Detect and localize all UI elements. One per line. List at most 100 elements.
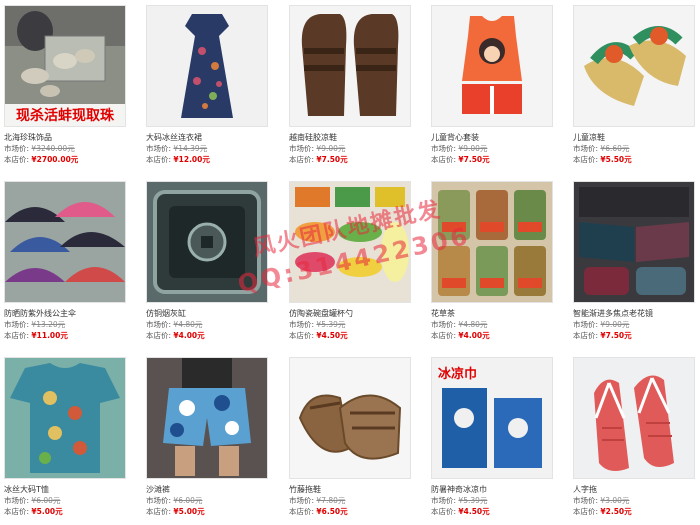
our-price-label: 本店价: <box>431 331 457 340</box>
product-card[interactable]: 大码冰丝连衣裙 市场价: ¥14.39元 本店价: ¥12.00元 <box>146 5 270 165</box>
flip-flops-photo[interactable] <box>573 357 695 479</box>
market-price-label: 市场价: <box>4 320 30 329</box>
our-price: ¥6.50元 <box>316 507 348 516</box>
product-card[interactable]: 仿陶瓷碗盘罐杯勺 市场价: ¥5.39元 本店价: ¥4.50元 <box>289 181 413 341</box>
product-card[interactable]: 防晒防紫外线公主伞 市场价: ¥13.20元 本店价: ¥11.00元 <box>4 181 128 341</box>
glasses-cases-photo[interactable] <box>573 181 695 303</box>
product-name[interactable]: 防晒防紫外线公主伞 <box>4 308 128 319</box>
market-price-label: 市场价: <box>4 144 30 153</box>
cooling-towel-photo[interactable]: 冰凉巾 <box>431 357 553 479</box>
bronze-ashtray-photo[interactable] <box>146 181 268 303</box>
product-name[interactable]: 仿陶瓷碗盘罐杯勺 <box>289 308 413 319</box>
our-price-label: 本店价: <box>289 331 315 340</box>
market-price: ¥5.39元 <box>316 320 346 329</box>
product-name[interactable]: 北海珍珠饰品 <box>4 132 128 143</box>
market-price: ¥3.00元 <box>600 496 630 505</box>
market-price: ¥6.00元 <box>31 496 61 505</box>
product-card[interactable]: 儿童凉鞋 市场价: ¥6.60元 本店价: ¥5.50元 <box>573 5 697 165</box>
market-price: ¥9.00元 <box>316 144 346 153</box>
our-price: ¥4.50元 <box>316 331 348 340</box>
market-price: ¥9.00元 <box>600 320 630 329</box>
product-grid: 现杀活蚌现取珠 北海珍珠饰品 市场价: ¥3240.00元 本店价: ¥2700… <box>0 0 700 525</box>
market-price: ¥13.20元 <box>31 320 66 329</box>
our-price-label: 本店价: <box>573 507 599 516</box>
our-price: ¥5.50元 <box>600 155 632 164</box>
market-price: ¥3240.00元 <box>31 144 75 153</box>
pearl-market-photo[interactable]: 现杀活蚌现取珠 <box>4 5 126 127</box>
our-price: ¥2700.00元 <box>31 155 79 164</box>
our-price-label: 本店价: <box>146 507 172 516</box>
our-price: ¥12.00元 <box>173 155 210 164</box>
our-price-label: 本店价: <box>146 331 172 340</box>
product-name[interactable]: 仿铜烟灰缸 <box>146 308 270 319</box>
our-price: ¥7.50元 <box>600 331 632 340</box>
our-price: ¥11.00元 <box>31 331 68 340</box>
our-price-label: 本店价: <box>431 155 457 164</box>
market-price: ¥4.80元 <box>458 320 488 329</box>
tea-jars-photo[interactable] <box>431 181 553 303</box>
our-price-label: 本店价: <box>573 331 599 340</box>
product-card[interactable]: 冰丝大码T恤 市场价: ¥6.00元 本店价: ¥5.00元 <box>4 357 128 517</box>
market-price: ¥14.39元 <box>173 144 208 153</box>
our-price: ¥4.00元 <box>173 331 205 340</box>
market-price-label: 市场价: <box>146 144 172 153</box>
our-price: ¥2.50元 <box>600 507 632 516</box>
floral-tshirt-photo[interactable] <box>4 357 126 479</box>
photo-banner-text: 冰凉巾 <box>438 366 477 382</box>
floral-dress-photo[interactable] <box>146 5 268 127</box>
market-price-label: 市场价: <box>289 496 315 505</box>
beach-shorts-photo[interactable] <box>146 357 268 479</box>
our-price-label: 本店价: <box>289 155 315 164</box>
product-card[interactable]: 越南硅胶凉鞋 市场价: ¥9.00元 本店价: ¥7.50元 <box>289 5 413 165</box>
product-name[interactable]: 越南硅胶凉鞋 <box>289 132 413 143</box>
market-price: ¥9.00元 <box>458 144 488 153</box>
product-name[interactable]: 人字拖 <box>573 484 697 495</box>
our-price: ¥4.00元 <box>458 331 490 340</box>
umbrellas-photo[interactable] <box>4 181 126 303</box>
our-price: ¥4.50元 <box>458 507 490 516</box>
market-price-label: 市场价: <box>431 144 457 153</box>
kids-vest-set-photo[interactable] <box>431 5 553 127</box>
product-card[interactable]: 仿铜烟灰缸 市场价: ¥4.80元 本店价: ¥4.00元 <box>146 181 270 341</box>
market-price-label: 市场价: <box>431 496 457 505</box>
product-name[interactable]: 儿童凉鞋 <box>573 132 697 143</box>
brown-sandals-photo[interactable] <box>289 5 411 127</box>
our-price-label: 本店价: <box>146 155 172 164</box>
product-card[interactable]: 现杀活蚌现取珠 北海珍珠饰品 市场价: ¥3240.00元 本店价: ¥2700… <box>4 5 128 165</box>
product-name[interactable]: 竹藤拖鞋 <box>289 484 413 495</box>
product-card[interactable]: 竹藤拖鞋 市场价: ¥7.80元 本店价: ¥6.50元 <box>289 357 413 517</box>
market-price: ¥5.39元 <box>458 496 488 505</box>
our-price: ¥7.50元 <box>458 155 490 164</box>
product-card[interactable]: 儿童背心套装 市场价: ¥9.00元 本店价: ¥7.50元 <box>431 5 555 165</box>
market-price-label: 市场价: <box>4 496 30 505</box>
market-price: ¥4.80元 <box>173 320 203 329</box>
product-name[interactable]: 大码冰丝连衣裙 <box>146 132 270 143</box>
market-price-label: 市场价: <box>289 320 315 329</box>
product-name[interactable]: 花草茶 <box>431 308 555 319</box>
our-price: ¥5.00元 <box>31 507 63 516</box>
our-price-label: 本店价: <box>573 155 599 164</box>
market-price-label: 市场价: <box>573 144 599 153</box>
plastic-bowls-photo[interactable] <box>289 181 411 303</box>
market-price-label: 市场价: <box>289 144 315 153</box>
product-card[interactable]: 人字拖 市场价: ¥3.00元 本店价: ¥2.50元 <box>573 357 697 517</box>
market-price-label: 市场价: <box>431 320 457 329</box>
our-price-label: 本店价: <box>4 331 30 340</box>
product-name[interactable]: 沙滩裤 <box>146 484 270 495</box>
product-name[interactable]: 防暑神奇冰凉巾 <box>431 484 555 495</box>
our-price-label: 本店价: <box>4 155 30 164</box>
product-card[interactable]: 沙滩裤 市场价: ¥6.00元 本店价: ¥5.00元 <box>146 357 270 517</box>
product-name[interactable]: 智能渐进多焦点老花镜 <box>573 308 697 319</box>
product-name[interactable]: 冰丝大码T恤 <box>4 484 128 495</box>
our-price-label: 本店价: <box>289 507 315 516</box>
product-name[interactable]: 儿童背心套装 <box>431 132 555 143</box>
product-card[interactable]: 智能渐进多焦点老花镜 市场价: ¥9.00元 本店价: ¥7.50元 <box>573 181 697 341</box>
market-price-label: 市场价: <box>146 496 172 505</box>
market-price-label: 市场价: <box>573 496 599 505</box>
kids-sandals-photo[interactable] <box>573 5 695 127</box>
product-card[interactable]: 花草茶 市场价: ¥4.80元 本店价: ¥4.00元 <box>431 181 555 341</box>
our-price-label: 本店价: <box>4 507 30 516</box>
product-card[interactable]: 冰凉巾 防暑神奇冰凉巾 市场价: ¥5.39元 本店价: ¥4.50元 <box>431 357 555 517</box>
our-price-label: 本店价: <box>431 507 457 516</box>
rattan-slippers-photo[interactable] <box>289 357 411 479</box>
